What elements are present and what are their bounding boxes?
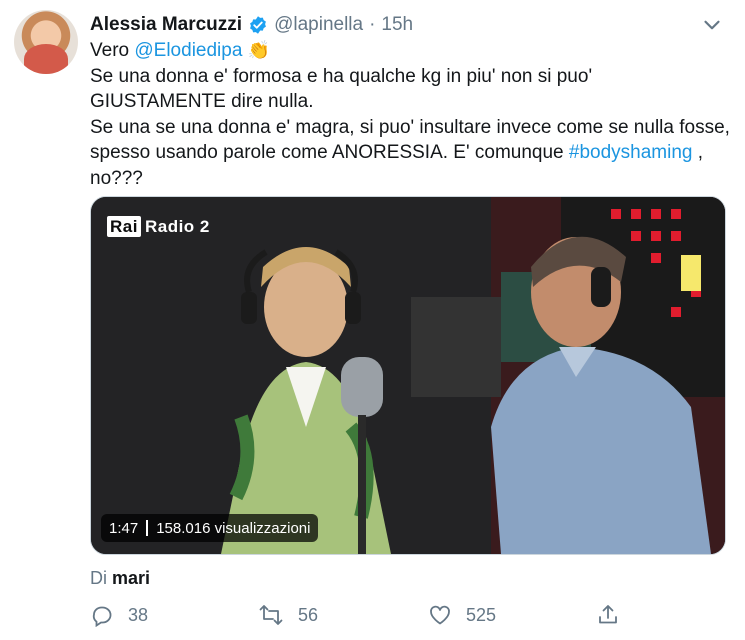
author-handle[interactable]: @lapinella [274, 14, 363, 36]
broadcaster-watermark: Rai Radio 2 [107, 216, 210, 237]
retweet-count: 56 [298, 604, 319, 625]
tweet-line-1: Vero @Elodiedipa 👏 [90, 38, 730, 64]
tweet-time[interactable]: 15h [381, 14, 413, 36]
chevron-down-icon[interactable] [699, 12, 725, 38]
retweet-icon [259, 605, 283, 625]
video-frame [91, 197, 725, 554]
verified-badge-icon [250, 16, 266, 34]
tweet-header: Alessia Marcuzzi @lapinella · 15h [90, 12, 725, 38]
video-duration: 1:47 [109, 519, 139, 537]
mention-link[interactable]: @Elodiedipa [134, 40, 242, 61]
broadcaster-name: Radio 2 [144, 217, 210, 236]
via-source-link[interactable]: mari [112, 568, 150, 588]
hashtag-link[interactable]: #bodyshaming [569, 142, 693, 163]
author-name[interactable]: Alessia Marcuzzi [90, 14, 242, 36]
like-count: 525 [466, 604, 497, 625]
share-button[interactable] [596, 600, 620, 630]
tweet-line-3: Se una se una donna e' magra, si puo' in… [90, 115, 730, 192]
video-views: 158.016 visualizzazioni [156, 519, 311, 537]
tweet-line-2: Se una donna e' formosa e ha qualche kg … [90, 65, 593, 113]
share-icon [599, 605, 617, 624]
via-label: Di [90, 568, 107, 588]
badge-divider [146, 520, 149, 536]
reply-count: 38 [128, 604, 149, 625]
reply-button[interactable]: 38 [90, 600, 148, 630]
tweet-actions: 38 56 525 [90, 600, 730, 630]
video-player[interactable]: Rai Radio 2 1:47 158.016 visualizzazioni [90, 196, 726, 555]
retweet-button[interactable]: 56 [258, 600, 318, 630]
tweet-text: Vero @Elodiedipa 👏 Se una donna e' formo… [90, 38, 730, 191]
rai-logo: Rai [107, 216, 141, 237]
source-attribution: Di mari [90, 568, 150, 589]
like-button[interactable]: 525 [428, 600, 496, 630]
video-info-badge: 1:47 158.016 visualizzazioni [101, 514, 319, 542]
reply-icon [92, 606, 112, 627]
meta-separator: · [369, 14, 376, 35]
clapping-hands-icon: 👏 [247, 40, 271, 60]
tweet-word: Vero [90, 40, 130, 61]
author-avatar[interactable] [14, 10, 78, 74]
heart-icon [430, 605, 450, 625]
